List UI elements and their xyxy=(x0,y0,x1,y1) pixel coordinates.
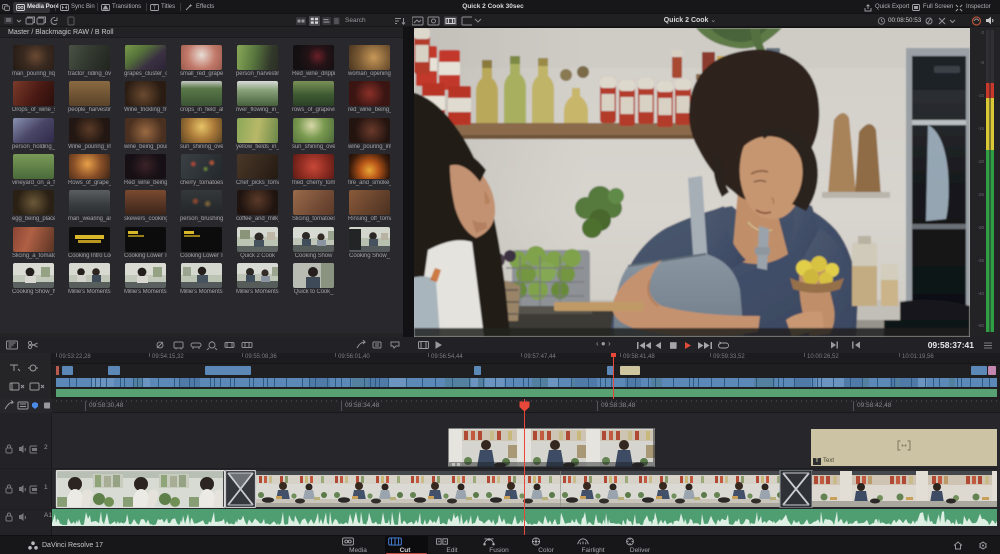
svg-text:-50: -50 xyxy=(977,323,984,328)
svg-text:-30: -30 xyxy=(977,225,984,230)
svg-text:-5: -5 xyxy=(980,60,984,65)
svg-text:-15: -15 xyxy=(977,126,984,131)
svg-text:-10: -10 xyxy=(977,93,984,98)
svg-text:-35: -35 xyxy=(977,258,984,263)
svg-text:0: 0 xyxy=(981,30,984,35)
svg-text:-25: -25 xyxy=(977,192,984,197)
svg-text:-40: -40 xyxy=(977,291,984,296)
svg-text:-20: -20 xyxy=(977,159,984,164)
